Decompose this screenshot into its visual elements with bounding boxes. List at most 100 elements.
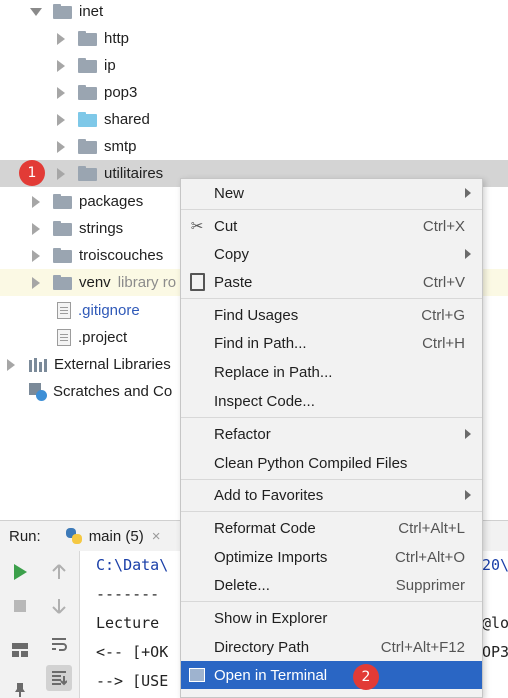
menu-separator <box>181 209 482 210</box>
menu-item-paste[interactable]: Paste Ctrl+V <box>181 268 482 296</box>
menu-shortcut: Supprimer <box>395 576 465 594</box>
step-badge-2: 2 <box>353 664 379 690</box>
submenu-arrow-icon <box>465 188 471 198</box>
menu-item-label: Find Usages <box>214 306 299 324</box>
soft-wrap-icon[interactable] <box>46 631 72 657</box>
chevron-right-icon[interactable] <box>55 114 67 126</box>
console-line: ------- <box>96 585 160 603</box>
menu-item-delete[interactable]: Delete... Supprimer <box>181 571 482 599</box>
chevron-right-icon[interactable] <box>55 141 67 153</box>
folder-icon <box>78 112 97 127</box>
stop-icon[interactable] <box>7 593 33 619</box>
layout-icon[interactable] <box>7 637 33 663</box>
folder-icon <box>78 58 97 73</box>
menu-item-new[interactable]: New <box>181 179 482 207</box>
scroll-down-icon[interactable] <box>46 593 72 619</box>
menu-item-cut[interactable]: ✂ Cut Ctrl+X <box>181 212 482 240</box>
library-root-label: library ro <box>117 274 177 291</box>
menu-shortcut: Ctrl+Alt+O <box>394 548 465 566</box>
menu-item-label: Clean Python Compiled Files <box>214 454 408 472</box>
menu-item-clean-python[interactable]: Clean Python Compiled Files <box>181 449 482 477</box>
clipboard-icon <box>188 273 206 291</box>
step-badge-1: 1 <box>19 160 45 186</box>
chevron-right-icon[interactable] <box>5 359 17 371</box>
tree-item-label: strings <box>79 220 124 237</box>
tree-item-label: pop3 <box>104 84 138 101</box>
menu-separator <box>181 298 482 299</box>
menu-item-label: Directory Path <box>214 638 310 656</box>
menu-item-label: New <box>214 184 245 202</box>
menu-separator <box>181 601 482 602</box>
chevron-right-icon[interactable] <box>30 196 42 208</box>
menu-item-show-in-explorer[interactable]: Show in Explorer <box>181 604 482 632</box>
menu-item-label: Inspect Code... <box>214 392 315 410</box>
menu-item-refactor[interactable]: Refactor <box>181 420 482 448</box>
chevron-right-icon[interactable] <box>55 168 67 180</box>
menu-item-inspect-code[interactable]: Inspect Code... <box>181 387 482 415</box>
menu-item-open-in-terminal[interactable]: Open in Terminal <box>181 661 482 689</box>
menu-shortcut: Ctrl+V <box>422 273 465 291</box>
menu-item-add-to-favorites[interactable]: Add to Favorites <box>181 481 482 509</box>
tree-item-inet[interactable]: inet <box>0 0 508 25</box>
scratches-icon <box>29 382 47 401</box>
tree-item-label: troiscouches <box>79 247 164 264</box>
tree-item-label: smtp <box>104 138 137 155</box>
tree-item-label: http <box>104 30 130 47</box>
menu-item-label: Optimize Imports <box>214 548 328 566</box>
menu-item-replace-in-path[interactable]: Replace in Path... <box>181 358 482 386</box>
scroll-up-icon[interactable] <box>46 559 72 585</box>
menu-item-label: Replace in Path... <box>214 363 333 381</box>
console-line: Lecture <box>96 614 160 632</box>
menu-item-label: Cut <box>214 217 238 235</box>
submenu-arrow-icon <box>465 249 471 259</box>
tree-item-label: .gitignore <box>78 302 140 319</box>
scissors-icon: ✂ <box>190 218 204 235</box>
menu-item-directory-path[interactable]: Directory Path Ctrl+Alt+F12 <box>181 633 482 661</box>
menu-separator <box>181 417 482 418</box>
chevron-right-icon[interactable] <box>30 223 42 235</box>
tree-item-label: shared <box>104 111 150 128</box>
menu-item-find-usages[interactable]: Find Usages Ctrl+G <box>181 301 482 329</box>
run-toolbar <box>0 551 80 698</box>
tree-item-label: inet <box>79 3 104 20</box>
chevron-right-icon[interactable] <box>30 277 42 289</box>
tree-item-pop3[interactable]: pop3 <box>0 79 508 106</box>
console-line: <-- [+OK <box>96 643 169 661</box>
run-tab-main[interactable]: main (5) × <box>65 527 161 545</box>
menu-shortcut: Ctrl+H <box>422 334 465 352</box>
menu-item-copy[interactable]: Copy <box>181 240 482 268</box>
rerun-icon[interactable] <box>7 559 33 585</box>
tree-item-shared[interactable]: shared <box>0 106 508 133</box>
tree-item-label: .project <box>78 329 128 346</box>
folder-icon <box>78 139 97 154</box>
file-icon <box>57 329 71 346</box>
console-line: C:\Data\ <box>96 556 169 574</box>
menu-item-label: Open in Terminal <box>214 666 328 684</box>
menu-item-optimize-imports[interactable]: Optimize Imports Ctrl+Alt+O <box>181 543 482 571</box>
tree-item-label: venv <box>79 274 111 291</box>
chevron-right-icon[interactable] <box>55 60 67 72</box>
chevron-down-icon[interactable] <box>30 6 42 18</box>
scroll-to-end-icon[interactable] <box>46 665 72 691</box>
chevron-right-icon[interactable] <box>55 87 67 99</box>
run-title: Run: <box>9 527 41 545</box>
library-icon <box>29 357 47 372</box>
menu-item-label: Refactor <box>214 425 271 443</box>
console-line-fragment: OP3 <box>482 643 508 661</box>
tree-item-ip[interactable]: ip <box>0 52 508 79</box>
close-icon[interactable]: × <box>152 528 161 545</box>
file-icon <box>57 302 71 319</box>
tree-item-http[interactable]: http <box>0 25 508 52</box>
pin-icon[interactable] <box>7 677 33 698</box>
tree-item-smtp[interactable]: smtp <box>0 133 508 160</box>
menu-item-find-in-path[interactable]: Find in Path... Ctrl+H <box>181 329 482 357</box>
folder-icon <box>53 221 72 236</box>
menu-item-label: Paste <box>214 273 253 291</box>
folder-icon <box>53 4 72 19</box>
menu-item-reformat-code[interactable]: Reformat Code Ctrl+Alt+L <box>181 514 482 542</box>
submenu-arrow-icon <box>465 429 471 439</box>
chevron-right-icon[interactable] <box>55 33 67 45</box>
chevron-right-icon[interactable] <box>30 250 42 262</box>
folder-icon <box>53 194 72 209</box>
tree-item-label: utilitaires <box>104 165 164 182</box>
